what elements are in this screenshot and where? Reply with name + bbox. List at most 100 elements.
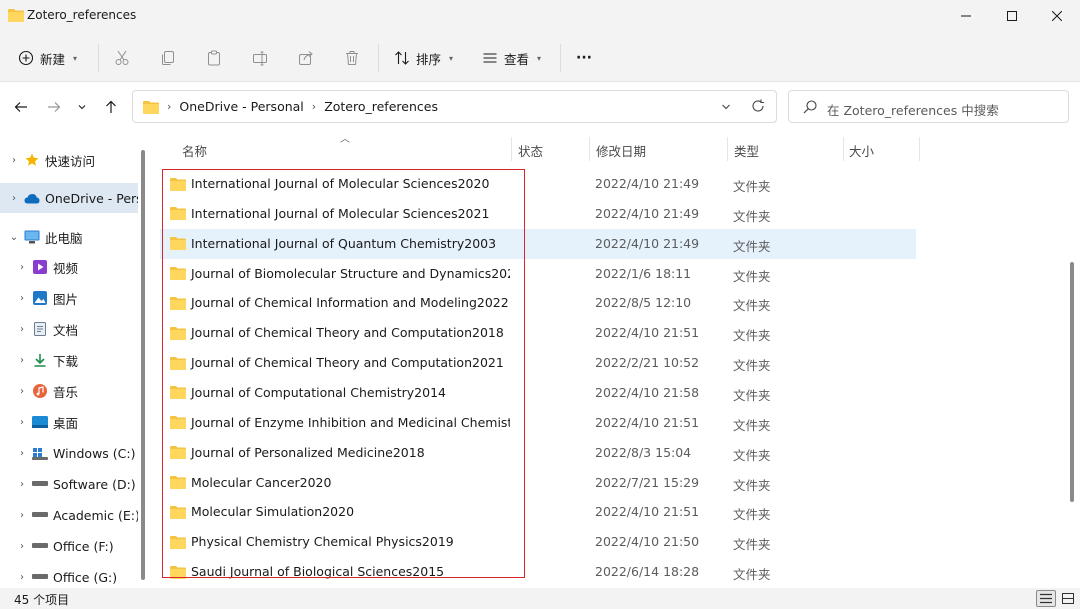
item-count: 45 个项目 [14,593,70,607]
details-view-button[interactable] [1036,590,1056,607]
file-row[interactable]: International Journal of Molecular Scien… [160,169,916,199]
column-header-modified[interactable]: 修改日期 [596,141,646,161]
file-row[interactable]: International Journal of Molecular Scien… [160,199,916,229]
column-divider[interactable] [843,137,844,161]
file-type: 文件夹 [733,358,771,374]
file-row[interactable]: Journal of Computational Chemistry2014 20… [160,378,916,408]
rename-button[interactable] [252,45,268,71]
refresh-icon [752,99,764,112]
view-button[interactable]: 查看 ▾ [482,45,541,71]
file-modified-date: 2022/4/10 21:50 [595,534,700,550]
new-button[interactable]: 新建 ▾ [18,45,77,71]
file-row[interactable]: Journal of Chemical Theory and Computati… [160,348,916,378]
file-row[interactable]: Journal of Biomolecular Structure and Dy… [160,259,916,289]
chevron-right-icon: › [20,385,24,397]
chevron-down-icon: ⌄ [9,231,19,243]
chevron-right-icon: › [167,100,172,113]
back-button[interactable] [10,96,32,118]
folder-icon [170,296,186,310]
breadcrumb-current[interactable]: Zotero_references [324,99,438,114]
file-type: 文件夹 [733,447,771,463]
folder-icon [170,385,186,400]
breadcrumb-onedrive[interactable]: OneDrive - Personal [179,99,303,114]
column-divider[interactable] [727,137,728,161]
nav-drive-e[interactable]: › Academic (E:) [0,500,138,530]
more-options-button[interactable]: ··· [576,45,592,71]
delete-button[interactable] [344,45,360,71]
file-type: 文件夹 [733,567,771,583]
search-placeholder: 在 Zotero_references 中搜索 [827,103,999,118]
chevron-down-icon [722,104,730,110]
minimize-button[interactable] [943,0,989,32]
nav-drive-d[interactable]: › Software (D:) [0,469,138,499]
address-history-button[interactable] [721,101,731,115]
file-row[interactable]: Molecular Cancer2020 2022/7/21 15:29 文件夹 [160,468,916,498]
folder-icon [170,505,186,519]
file-row[interactable]: Saudi Journal of Biological Sciences2015… [160,557,916,587]
column-divider[interactable] [919,137,920,161]
maximize-button[interactable] [989,0,1035,32]
copy-icon [162,51,174,65]
file-row[interactable]: Journal of Chemical Theory and Computati… [160,318,916,348]
sort-button[interactable]: 排序 ▾ [394,45,453,71]
content-scrollbar[interactable] [1070,262,1074,502]
file-name: International Journal of Molecular Scien… [191,176,490,191]
file-type: 文件夹 [733,417,771,433]
chevron-right-icon: › [20,571,24,583]
file-modified-date: 2022/4/10 21:49 [595,176,700,191]
close-button[interactable] [1034,0,1080,32]
nav-onedrive[interactable]: › OneDrive - Personal [0,183,138,213]
folder-icon [170,206,186,221]
file-row[interactable]: International Journal of Quantum Chemist… [160,228,916,259]
refresh-button[interactable] [751,99,765,116]
folder-icon [8,8,24,25]
nav-documents[interactable]: › 文档 [0,314,138,344]
search-input[interactable]: 在 Zotero_references 中搜索 [788,90,1069,123]
nav-drive-c[interactable]: › Windows (C:) [0,438,138,468]
column-header-name[interactable]: 名称 [182,141,207,161]
recent-locations-button[interactable] [72,96,92,118]
nav-music[interactable]: › 音乐 [0,376,138,406]
status-bar: 45 个项目 [0,588,1080,609]
address-bar[interactable]: › OneDrive - Personal › Zotero_reference… [132,90,777,123]
column-header-type[interactable]: 类型 [734,141,759,161]
cloud-icon [24,190,40,206]
nav-desktop[interactable]: › 桌面 [0,407,138,437]
chevron-down-icon: ▾ [537,53,542,63]
folder-icon [170,535,186,549]
folder-icon [170,475,186,489]
file-name: Journal of Personalized Medicine2018 [191,444,425,460]
chevron-right-icon: › [20,447,24,459]
paste-button[interactable] [206,45,222,71]
column-divider[interactable] [511,137,512,161]
copy-button[interactable] [160,45,176,71]
tiles-view-button[interactable] [1058,590,1078,607]
up-button[interactable] [100,96,122,118]
nav-quick-access[interactable]: › 快速访问 [0,145,138,175]
file-row[interactable]: Journal of Enzyme Inhibition and Medicin… [160,408,916,438]
share-button[interactable] [298,45,314,71]
nav-drive-f[interactable]: › Office (F:) [0,531,138,561]
nav-pictures[interactable]: › 图片 [0,283,138,313]
forward-button[interactable] [43,96,65,118]
cut-button[interactable] [114,45,130,71]
nav-this-pc[interactable]: ⌄ 此电脑 [0,222,138,252]
sidebar-scrollbar[interactable] [141,150,145,580]
column-divider[interactable] [589,137,590,161]
file-row[interactable]: Journal of Personalized Medicine2018 2022… [160,438,916,468]
rename-icon [253,51,267,66]
file-name: Journal of Enzyme Inhibition and Medicin… [191,414,510,430]
file-row[interactable]: Journal of Chemical Information and Mode… [160,288,916,318]
view-list-icon [483,53,497,63]
drive-icon [32,476,48,492]
column-header-status[interactable]: 状态 [518,141,543,161]
drive-icon [32,538,48,554]
sort-icon [395,51,409,65]
chevron-right-icon: › [20,416,24,428]
file-row[interactable]: Molecular Simulation2020 2022/4/10 21:51 文… [160,497,916,527]
file-row[interactable]: Physical Chemistry Chemical Physics2019 2… [160,527,916,557]
column-header-size[interactable]: 大小 [849,141,874,161]
nav-downloads[interactable]: › 下载 [0,345,138,375]
nav-videos[interactable]: › 视频 [0,252,138,282]
tiles-view-icon [1062,593,1074,604]
